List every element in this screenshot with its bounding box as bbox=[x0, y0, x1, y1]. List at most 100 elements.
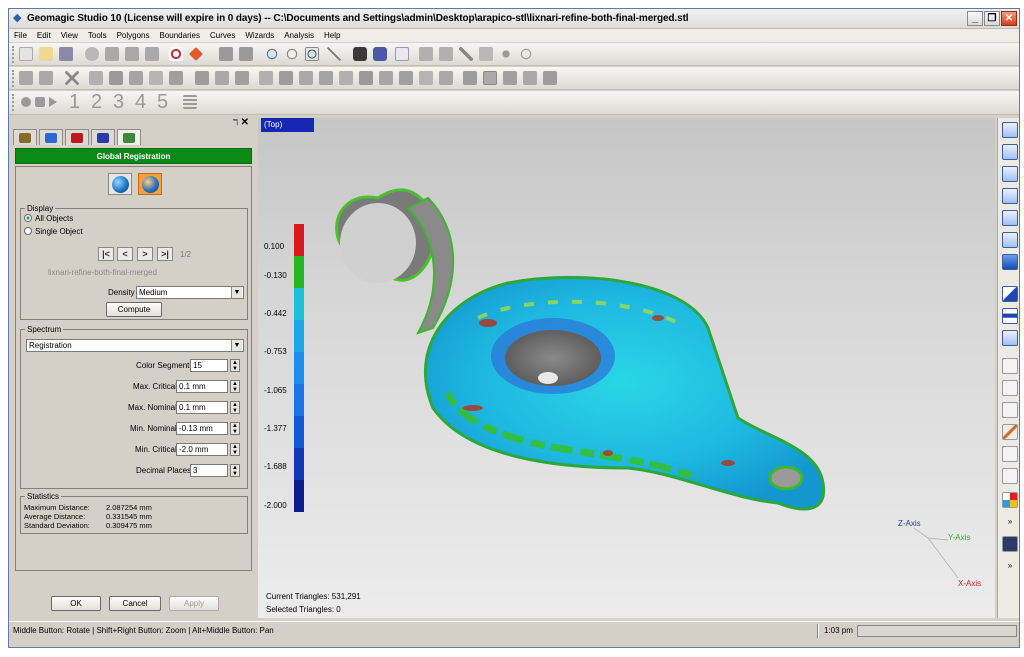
view-iso-icon[interactable] bbox=[125, 47, 139, 61]
color-segments-stepper[interactable]: ▲ ▼ bbox=[230, 359, 240, 372]
zoom-in-icon[interactable] bbox=[265, 47, 279, 61]
fill-hole-icon[interactable] bbox=[39, 71, 53, 85]
target-icon[interactable] bbox=[169, 47, 183, 61]
decimal-places-input[interactable]: 3 bbox=[190, 464, 228, 477]
view-iso-cube-icon[interactable] bbox=[1002, 122, 1018, 138]
clean-icon[interactable] bbox=[215, 71, 229, 85]
apply-button[interactable]: Apply bbox=[169, 596, 219, 611]
tab-model-manager[interactable] bbox=[13, 129, 37, 145]
density-select[interactable]: Medium ▼ bbox=[136, 286, 244, 299]
shell-icon[interactable] bbox=[299, 71, 313, 85]
fit-icon[interactable] bbox=[463, 71, 477, 85]
registration-mode-button[interactable] bbox=[108, 173, 132, 195]
resize-icon[interactable] bbox=[439, 47, 453, 61]
panel-icon[interactable] bbox=[483, 71, 497, 85]
color-segments-input[interactable]: 15 bbox=[190, 359, 228, 372]
boolean-icon[interactable] bbox=[359, 71, 373, 85]
line-tool-icon[interactable] bbox=[479, 47, 493, 61]
cancel-button[interactable]: Cancel bbox=[109, 596, 161, 611]
clip-plane-icon[interactable] bbox=[1002, 308, 1018, 324]
3d-viewport[interactable]: (Top) Z-Axis Y-Axis X-Axis 0.100 -0.130 … bbox=[258, 118, 995, 618]
record-icon[interactable] bbox=[21, 97, 31, 107]
min-critical-input[interactable]: -2.0 mm bbox=[176, 443, 228, 456]
tab-command[interactable] bbox=[117, 129, 141, 145]
delete-icon[interactable] bbox=[65, 71, 79, 85]
curve-icon[interactable] bbox=[503, 71, 517, 85]
sketch-icon[interactable] bbox=[523, 71, 537, 85]
pin-panel-icon[interactable]: ℸ bbox=[233, 118, 238, 127]
max-nominal-input[interactable]: 0.1 mm bbox=[176, 401, 228, 414]
menu-view[interactable]: View bbox=[56, 29, 83, 42]
ok-button[interactable]: OK bbox=[51, 596, 101, 611]
menu-file[interactable]: File bbox=[9, 29, 32, 42]
max-nominal-stepper[interactable]: ▲ ▼ bbox=[230, 401, 240, 414]
wire-icon[interactable] bbox=[239, 47, 253, 61]
compute-button[interactable]: Compute bbox=[106, 302, 162, 317]
view-solid-cube-icon[interactable] bbox=[1002, 254, 1018, 270]
circle-icon[interactable] bbox=[519, 47, 533, 61]
phase-4-button[interactable]: 4 bbox=[135, 92, 146, 112]
camera-view-icon[interactable] bbox=[1002, 536, 1018, 552]
pivot-icon[interactable] bbox=[189, 47, 203, 61]
menu-help[interactable]: Help bbox=[319, 29, 345, 42]
chevron-down-icon[interactable]: ▼ bbox=[231, 340, 242, 351]
zoom-window-icon[interactable] bbox=[305, 47, 319, 61]
stop-icon[interactable] bbox=[35, 97, 45, 107]
phase-list-icon[interactable] bbox=[183, 95, 197, 109]
phase-2-button[interactable]: 2 bbox=[91, 92, 102, 112]
camera-save-icon[interactable] bbox=[373, 47, 387, 61]
shapes-icon[interactable] bbox=[419, 47, 433, 61]
phase-1-button[interactable]: 1 bbox=[69, 92, 80, 112]
min-nominal-stepper[interactable]: ▲ ▼ bbox=[230, 422, 240, 435]
tab-groups[interactable] bbox=[65, 129, 89, 145]
measure-icon[interactable] bbox=[327, 47, 341, 61]
menu-boundaries[interactable]: Boundaries bbox=[155, 29, 205, 42]
view-right-cube-icon[interactable] bbox=[1002, 210, 1018, 226]
view-box-icon[interactable] bbox=[145, 47, 159, 61]
select-lasso-icon[interactable] bbox=[1002, 380, 1018, 396]
cube-view-icon[interactable] bbox=[105, 47, 119, 61]
view-back-cube-icon[interactable] bbox=[1002, 166, 1018, 182]
all-objects-radio[interactable]: All Objects bbox=[24, 214, 73, 223]
undo-icon[interactable] bbox=[85, 47, 99, 61]
point-icon[interactable] bbox=[499, 47, 513, 61]
toolbar-grip-3[interactable] bbox=[12, 94, 15, 111]
shade-icon[interactable] bbox=[219, 47, 233, 61]
max-critical-stepper[interactable]: ▲ ▼ bbox=[230, 380, 240, 393]
mesh-icon[interactable] bbox=[19, 71, 33, 85]
lamp-model[interactable]: Z-Axis Y-Axis X-Axis bbox=[258, 118, 995, 618]
create-boundary-icon[interactable] bbox=[399, 71, 413, 85]
paint-select-icon[interactable] bbox=[1002, 446, 1018, 462]
open-folder-icon[interactable] bbox=[39, 47, 53, 61]
zoom-out-icon[interactable] bbox=[285, 47, 299, 61]
list-icon[interactable] bbox=[395, 47, 409, 61]
remove-spikes-icon[interactable] bbox=[149, 71, 163, 85]
select-visible-icon[interactable] bbox=[1002, 468, 1018, 484]
restore-button[interactable]: ❐ bbox=[984, 11, 1000, 26]
phase-3-button[interactable]: 3 bbox=[113, 92, 124, 112]
sharpen-icon[interactable] bbox=[129, 71, 143, 85]
decimal-places-stepper[interactable]: ▲ ▼ bbox=[230, 464, 240, 477]
refine-icon[interactable] bbox=[195, 71, 209, 85]
next-object-button[interactable]: > bbox=[137, 247, 153, 261]
bridge-icon[interactable] bbox=[419, 71, 433, 85]
view-front-cube-icon[interactable] bbox=[1002, 144, 1018, 160]
menu-tools[interactable]: Tools bbox=[83, 29, 112, 42]
plane-cut-icon[interactable] bbox=[339, 71, 353, 85]
section-plane-icon[interactable] bbox=[1002, 286, 1018, 302]
phase-5-button[interactable]: 5 bbox=[157, 92, 168, 112]
max-critical-input[interactable]: 0.1 mm bbox=[176, 380, 228, 393]
chevron-down-icon[interactable]: ▼ bbox=[231, 287, 242, 298]
layer-icon[interactable] bbox=[1002, 330, 1018, 346]
min-critical-stepper[interactable]: ▲ ▼ bbox=[230, 443, 240, 456]
more-tools-icon[interactable]: » bbox=[1002, 558, 1018, 574]
decimate-icon[interactable] bbox=[89, 71, 103, 85]
play-icon[interactable] bbox=[49, 97, 57, 107]
sandpaper-icon[interactable] bbox=[235, 71, 249, 85]
first-object-button[interactable]: |< bbox=[98, 247, 114, 261]
trim-icon[interactable] bbox=[319, 71, 333, 85]
relax-icon[interactable] bbox=[109, 71, 123, 85]
new-file-icon[interactable] bbox=[19, 47, 33, 61]
minimize-button[interactable]: _ bbox=[967, 11, 983, 26]
menu-analysis[interactable]: Analysis bbox=[279, 29, 319, 42]
